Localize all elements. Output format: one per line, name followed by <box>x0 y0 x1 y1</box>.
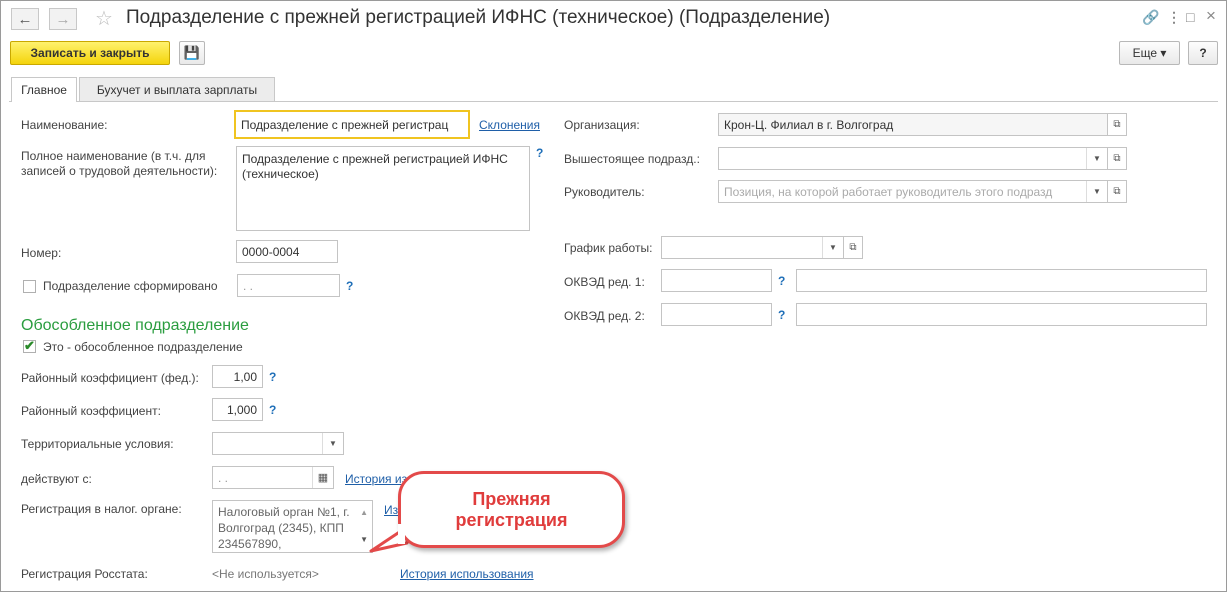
chevron-down-icon[interactable]: ▼ <box>322 433 343 454</box>
valid-from-value: . . <box>218 470 229 485</box>
tab-divider <box>9 101 1218 102</box>
organization-label: Организация: <box>564 118 640 132</box>
tax-reg-field[interactable]: Налоговый орган №1, г. Волгоград (2345),… <box>212 500 373 553</box>
reg-coef-help-icon[interactable]: ? <box>269 403 276 417</box>
link-icon[interactable]: 🔗 <box>1142 9 1159 26</box>
is-separate-label: Это - обособленное подразделение <box>43 340 243 354</box>
tax-reg-change-link[interactable]: Из <box>384 503 398 517</box>
fullname-label: Полное наименование (в т.ч. для записей … <box>21 149 218 178</box>
organization-input[interactable]: Крон-Ц. Филиал в г. Волгоград <box>718 113 1108 136</box>
save-button[interactable]: 💾 <box>179 41 205 65</box>
okved1-label: ОКВЭД ред. 1: <box>564 275 645 289</box>
chevron-up-icon[interactable]: ▲ <box>360 505 368 521</box>
help-button[interactable]: ? <box>1188 41 1218 65</box>
forward-button[interactable]: → <box>49 8 77 30</box>
arrow-left-icon: ← <box>17 10 33 28</box>
tax-reg-value: Налоговый орган №1, г. Волгоград (2345),… <box>218 505 350 551</box>
chevron-down-icon[interactable]: ▼ <box>360 532 368 548</box>
is-separate-checkbox[interactable]: ✔ <box>23 338 36 353</box>
parent-dept-select[interactable]: ▼ <box>718 147 1108 170</box>
name-input[interactable]: Подразделение с прежней регистрац <box>234 110 470 139</box>
head-placeholder: Позиция, на которой работает руководител… <box>724 184 1053 199</box>
callout-line-1: Прежняя <box>472 488 551 509</box>
save-and-close-button[interactable]: Записать и закрыть <box>10 41 170 65</box>
tab-main[interactable]: Главное <box>11 77 77 102</box>
chevron-down-icon[interactable]: ▼ <box>1086 148 1107 169</box>
declension-link[interactable]: Склонения <box>479 118 540 132</box>
reg-coef-label: Районный коэффициент: <box>21 404 161 418</box>
tax-reg-label: Регистрация в налог. органе: <box>21 502 182 516</box>
checkmark-icon: ✔ <box>24 338 35 353</box>
okved2-label: ОКВЭД ред. 2: <box>564 309 645 323</box>
tab-accounting-payroll[interactable]: Бухучет и выплата зарплаты <box>79 77 275 101</box>
parent-dept-label: Вышестоящее подразд.: <box>564 152 700 166</box>
form-window: ← → ☆ Подразделение с прежней регистраци… <box>0 0 1227 592</box>
okved1-name-input[interactable] <box>796 269 1207 292</box>
window-title: Подразделение с прежней регистрацией ИФН… <box>126 7 831 28</box>
formed-date-input[interactable]: . . <box>237 274 340 297</box>
okved2-code-input[interactable] <box>661 303 772 326</box>
number-label: Номер: <box>21 246 62 260</box>
back-button[interactable]: ← <box>11 8 39 30</box>
okved2-name-input[interactable] <box>796 303 1207 326</box>
floppy-disk-icon: 💾 <box>183 45 201 60</box>
open-icon[interactable]: ⧉ <box>1107 113 1127 136</box>
number-input[interactable]: 0000-0004 <box>236 240 338 263</box>
fullname-textarea[interactable]: Подразделение с прежней регистрацией ИФН… <box>236 146 530 231</box>
open-icon[interactable]: ⧉ <box>843 236 863 259</box>
history-change-link[interactable]: История из <box>345 472 407 486</box>
rosstat-value: <Не используется> <box>212 567 319 581</box>
chevron-down-icon[interactable]: ▼ <box>822 237 843 258</box>
reg-coef-fed-help-icon[interactable]: ? <box>269 370 276 384</box>
rosstat-label: Регистрация Росстата: <box>21 567 148 581</box>
okved1-help-icon[interactable]: ? <box>778 274 785 288</box>
favorite-icon[interactable]: ☆ <box>95 6 113 31</box>
chevron-down-icon[interactable]: ▼ <box>1086 181 1107 202</box>
reg-coef-input[interactable]: 1,000 <box>212 398 263 421</box>
arrow-right-icon: → <box>55 10 71 28</box>
formed-help-icon[interactable]: ? <box>346 279 353 293</box>
reg-coef-fed-label: Районный коэффициент (фед.): <box>21 371 199 385</box>
name-label: Наименование: <box>21 118 108 132</box>
formed-label: Подразделение сформировано <box>43 279 218 293</box>
rosstat-history-link[interactable]: История использования <box>400 567 534 581</box>
schedule-label: График работы: <box>564 241 653 255</box>
calendar-icon[interactable]: ▦ <box>312 467 333 488</box>
head-select[interactable]: Позиция, на которой работает руководител… <box>718 180 1108 203</box>
open-icon[interactable]: ⧉ <box>1107 147 1127 170</box>
fullname-help-icon[interactable]: ? <box>536 146 543 160</box>
schedule-select[interactable]: ▼ <box>661 236 844 259</box>
open-icon[interactable]: ⧉ <box>1107 180 1127 203</box>
separate-section-title: Обособленное подразделение <box>21 317 249 334</box>
callout-pointer-mask <box>398 524 405 544</box>
okved2-help-icon[interactable]: ? <box>778 308 785 322</box>
close-icon[interactable]: × <box>1206 6 1216 26</box>
more-button[interactable]: Еще ▾ <box>1119 41 1180 65</box>
callout-line-2: регистрация <box>455 509 568 530</box>
head-label: Руководитель: <box>564 185 645 199</box>
territorial-label: Территориальные условия: <box>21 437 174 451</box>
menu-icon[interactable]: ⋮ <box>1167 9 1181 26</box>
okved1-code-input[interactable] <box>661 269 772 292</box>
reg-coef-fed-input[interactable]: 1,00 <box>212 365 263 388</box>
territorial-select[interactable]: ▼ <box>212 432 344 455</box>
restore-icon[interactable]: □ <box>1186 9 1194 25</box>
valid-from-label: действуют с: <box>21 472 92 486</box>
valid-from-date-input[interactable]: . . ▦ <box>212 466 334 489</box>
callout-previous-registration: Прежняя регистрация <box>398 471 625 548</box>
formed-checkbox[interactable] <box>23 280 36 293</box>
